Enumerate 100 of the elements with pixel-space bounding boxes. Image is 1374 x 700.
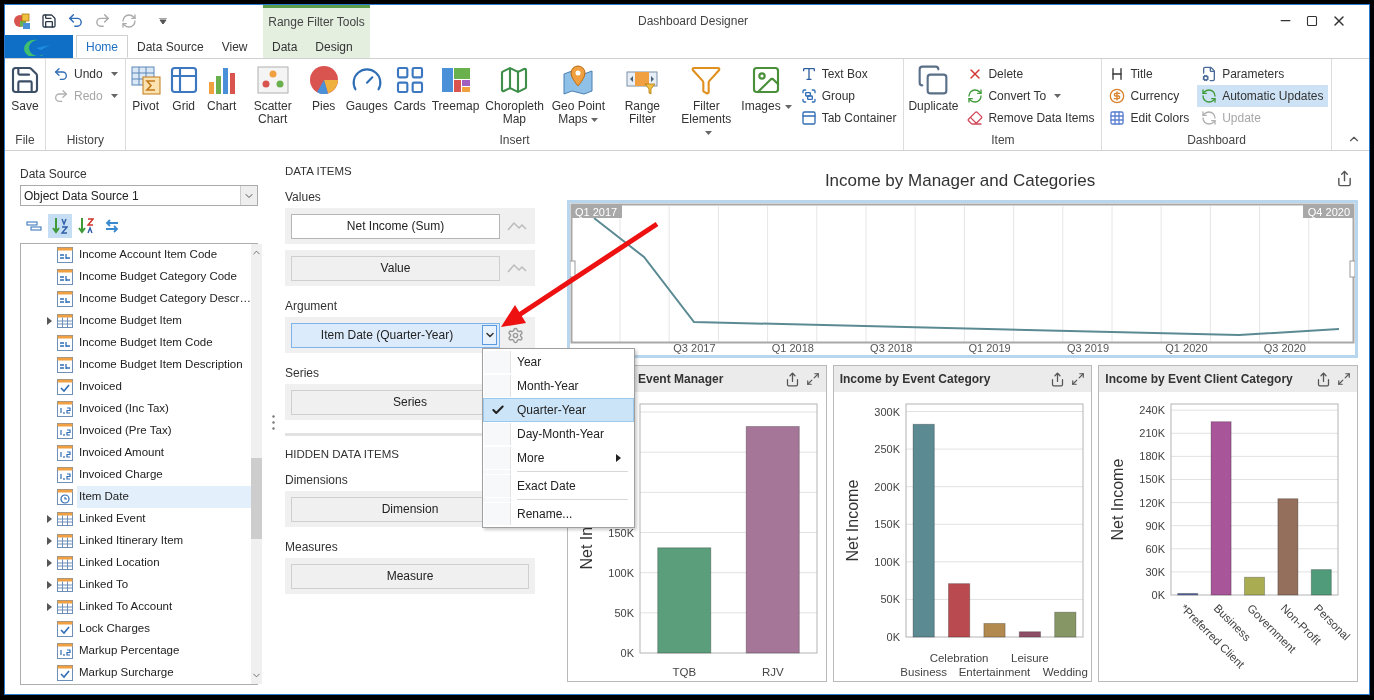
- splitter-handle[interactable]: [271, 415, 275, 430]
- ribbon-button[interactable]: Pies: [306, 59, 341, 131]
- maximize-icon[interactable]: [1337, 372, 1351, 386]
- export-icon[interactable]: [1316, 371, 1331, 387]
- tree-item[interactable]: Invoiced Amount: [77, 442, 251, 464]
- ribbon-button[interactable]: Range Filter: [612, 59, 673, 131]
- dropdown-button[interactable]: [482, 325, 497, 345]
- maximize-icon[interactable]: [1071, 372, 1086, 386]
- tree-item[interactable]: Markup Surcharge: [77, 662, 251, 684]
- ribbon-button[interactable]: Currency: [1105, 85, 1194, 107]
- expand-arrow-icon[interactable]: [47, 603, 52, 611]
- tree-item[interactable]: Invoiced (Inc Tax): [77, 398, 251, 420]
- axis-tick-label: 90K: [1145, 519, 1166, 532]
- ribbon-button[interactable]: Filter Elements: [676, 59, 737, 139]
- maximize-icon[interactable]: [805, 372, 820, 386]
- sort-ascending-icon: [52, 217, 68, 235]
- ribbon-button[interactable]: Pivot: [128, 59, 163, 131]
- export-icon[interactable]: [1050, 371, 1066, 387]
- ribbon-button[interactable]: Text Box: [796, 63, 901, 85]
- ribbon-button[interactable]: Gauges: [344, 59, 389, 131]
- menu-item[interactable]: Year: [483, 350, 634, 374]
- ribbon-button[interactable]: Group: [796, 85, 901, 107]
- text-field-icon: [57, 269, 73, 285]
- tree-item[interactable]: Invoiced (Pre Tax): [77, 420, 251, 442]
- ribbon-button[interactable]: Choropleth Map: [484, 59, 545, 131]
- ribbon-button[interactable]: Save: [8, 59, 42, 131]
- maximize-button[interactable]: [1306, 14, 1318, 27]
- tree-item[interactable]: Income Budget Item Description: [77, 354, 251, 376]
- ribbon-button[interactable]: Title: [1105, 63, 1194, 85]
- ribbon-button[interactable]: Geo Point Maps: [548, 59, 609, 131]
- ribbon-button[interactable]: Tab Container: [796, 107, 901, 129]
- expand-arrow-icon[interactable]: [47, 515, 52, 523]
- axis-label: Leisure: [1010, 652, 1049, 664]
- scrollbar-thumb[interactable]: [250, 458, 262, 539]
- expand-arrow-icon[interactable]: [47, 559, 52, 567]
- number-field-icon: [57, 467, 73, 483]
- tree-item[interactable]: Income Budget Item: [77, 310, 251, 332]
- ribbon-button[interactable]: Automatic Updates: [1197, 85, 1328, 107]
- ribbon-button[interactable]: Edit Colors: [1105, 107, 1194, 129]
- tree-item[interactable]: Linked Location: [77, 552, 251, 574]
- scrollbar[interactable]: [250, 244, 262, 684]
- section-label: Measures: [285, 539, 339, 555]
- data-item-label: Item Date (Quarter-Year): [319, 327, 455, 344]
- expand-arrow-icon[interactable]: [47, 537, 52, 545]
- ribbon-tab[interactable]: Data Source: [128, 35, 213, 58]
- button-label: Gauges: [345, 99, 388, 113]
- customize-icon[interactable]: [159, 17, 167, 24]
- menu-item[interactable]: Quarter-Year: [483, 398, 634, 422]
- expand-arrow-icon[interactable]: [47, 581, 52, 589]
- color-grid-icon: [1109, 110, 1126, 126]
- axis-label: Q3 2020: [1263, 342, 1306, 354]
- ribbon-button[interactable]: Duplicate: [907, 59, 960, 131]
- ribbon-button[interactable]: Delete: [963, 63, 1099, 85]
- ribbon-button[interactable]: Treemap: [430, 59, 481, 131]
- ribbon-button[interactable]: Chart: [204, 59, 239, 131]
- menu-item[interactable]: Day-Month-Year: [483, 422, 634, 446]
- range-handle[interactable]: [1349, 260, 1355, 278]
- data-item-button[interactable]: Value: [291, 255, 500, 281]
- tree-item[interactable]: Income Budget Item Code: [77, 332, 251, 354]
- ribbon-button[interactable]: Parameters: [1197, 63, 1328, 85]
- data-item-button[interactable]: Measure: [291, 563, 529, 589]
- tree-item[interactable]: Linked To: [77, 574, 251, 596]
- tree-item[interactable]: Income Budget Category Descr…: [77, 288, 251, 310]
- toolbar-button[interactable]: [48, 214, 72, 238]
- ribbon-button[interactable]: Cards: [392, 59, 427, 131]
- ribbon-button[interactable]: Remove Data Items: [963, 107, 1099, 129]
- axis-tick-label: 50K: [880, 593, 900, 606]
- expand-arrow-icon[interactable]: [47, 317, 52, 325]
- number-field-icon: [57, 423, 73, 439]
- section-label: Argument: [285, 298, 339, 314]
- menu-item[interactable]: Exact Date: [483, 474, 634, 498]
- tree-item[interactable]: Income Budget Category Code: [77, 266, 251, 288]
- tree-item[interactable]: Markup Percentage: [77, 640, 251, 662]
- tree-item[interactable]: Invoiced: [77, 376, 251, 398]
- ribbon-button[interactable]: Undo: [49, 63, 122, 85]
- tree-item[interactable]: Linked Event: [77, 508, 251, 530]
- axis-label: Q1 2020: [1165, 342, 1208, 354]
- ribbon-button[interactable]: Images: [740, 59, 793, 131]
- ribbon-tab[interactable]: View: [212, 35, 257, 58]
- undo-icon[interactable]: [67, 12, 84, 29]
- ribbon-button[interactable]: Grid: [166, 59, 201, 131]
- dashboard-title: Income by Manager and Categories: [824, 170, 1096, 192]
- ribbon-tab[interactable]: Home: [76, 35, 128, 58]
- tree-item[interactable]: Linked To Account: [77, 596, 251, 618]
- ribbon-button[interactable]: Convert To: [963, 85, 1099, 107]
- data-item-field[interactable]: Item Date (Quarter-Year): [291, 322, 500, 348]
- export-icon[interactable]: [784, 371, 800, 387]
- save-icon[interactable]: [41, 12, 57, 29]
- axis-label: Q3 2018: [870, 342, 913, 354]
- export-icon[interactable]: [1336, 170, 1353, 187]
- tree-item[interactable]: Income Account Item Code: [77, 244, 251, 266]
- menu-item[interactable]: More: [483, 446, 634, 470]
- tree-item[interactable]: Item Date: [77, 486, 251, 508]
- ribbon-button[interactable]: Scatter Chart: [242, 59, 303, 131]
- data-source-dropdown[interactable]: Object Data Source 1: [20, 185, 258, 206]
- tree-item[interactable]: Linked Itinerary Item: [77, 530, 251, 552]
- data-item-button[interactable]: Net Income (Sum): [291, 213, 500, 239]
- tree-item[interactable]: Invoiced Charge: [77, 464, 251, 486]
- tree-item[interactable]: Lock Charges: [77, 618, 251, 640]
- range-handle[interactable]: [570, 260, 576, 278]
